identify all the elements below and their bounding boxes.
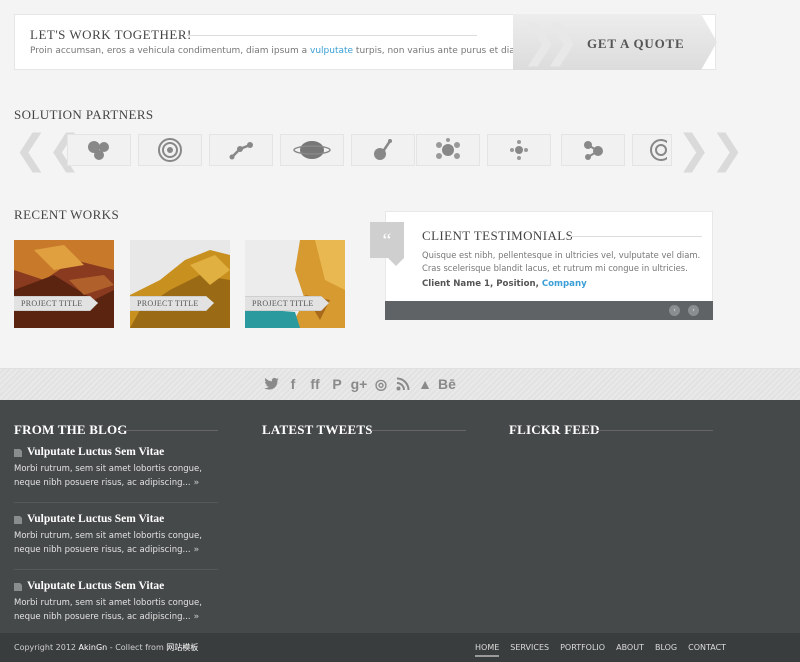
ring-logo-icon xyxy=(650,139,667,161)
nav-about[interactable]: ABOUT xyxy=(616,643,644,657)
company-link[interactable]: Company xyxy=(542,279,587,289)
divider xyxy=(14,502,218,503)
read-more-link[interactable]: » xyxy=(191,478,200,488)
divider xyxy=(14,569,218,570)
post-icon xyxy=(14,583,22,591)
blog-item-title[interactable]: Vulputate Luctus Sem Vitae xyxy=(27,580,164,592)
author-link[interactable]: AkinGn xyxy=(79,643,108,652)
post-icon xyxy=(14,516,22,524)
work-label: PROJECT TITLE xyxy=(14,296,98,311)
friendfeed-icon[interactable]: ff xyxy=(306,375,324,393)
get-quote-button[interactable]: ❯ ❯ GET A QUOTE xyxy=(513,14,717,70)
partner-logo[interactable] xyxy=(138,134,202,166)
divider xyxy=(371,430,466,431)
partner-logo[interactable] xyxy=(67,134,131,166)
flickr-title: FLICKR FEED xyxy=(509,422,600,437)
cliff-photo xyxy=(245,240,345,328)
partners-title: SOLUTION PARTNERS xyxy=(14,107,154,122)
divider xyxy=(118,430,218,431)
get-quote-label: GET A QUOTE xyxy=(587,36,685,51)
google-plus-icon[interactable]: g+ xyxy=(350,375,368,393)
molecule-logo-icon xyxy=(584,141,603,160)
chevron-right-icon: ❯ xyxy=(543,16,580,67)
partner-logo[interactable] xyxy=(209,134,273,166)
blog-item-text: Morbi rutrum, sem sit amet lobortis cong… xyxy=(14,464,202,488)
testimonial-nav-bar: ‹ › xyxy=(385,301,713,320)
dots-logo-icon xyxy=(510,140,528,160)
facebook-icon[interactable]: f xyxy=(284,375,302,393)
blog-item-text: Morbi rutrum, sem sit amet lobortis cong… xyxy=(14,531,202,555)
drop-logo-icon xyxy=(374,139,392,160)
partner-logo[interactable] xyxy=(416,134,480,166)
partner-logo[interactable] xyxy=(561,134,625,166)
post-icon xyxy=(14,449,22,457)
rss-icon[interactable] xyxy=(394,375,412,393)
read-more-link[interactable]: » xyxy=(191,545,200,555)
tweets-title: LATEST TWEETS xyxy=(262,422,373,437)
nodes-logo-icon xyxy=(229,142,253,160)
partner-logo[interactable] xyxy=(351,134,415,166)
nav-home[interactable]: HOME xyxy=(475,643,500,657)
pinterest-icon[interactable]: P xyxy=(328,375,346,393)
nav-blog[interactable]: BLOG xyxy=(655,643,677,657)
cta-title: LET'S WORK TOGETHER! xyxy=(30,27,192,42)
cta-text: Proin accumsan, eros a vehicula condimen… xyxy=(30,46,527,56)
read-more-link[interactable]: » xyxy=(191,612,200,622)
footer: FROM THE BLOG LATEST TWEETS FLICKR FEED … xyxy=(0,400,800,633)
work-label: PROJECT TITLE xyxy=(245,296,329,311)
behance-icon[interactable]: Bē xyxy=(438,375,456,393)
twitter-icon[interactable] xyxy=(262,375,280,393)
quote-icon: “ xyxy=(370,222,404,266)
work-item-3[interactable]: PROJECT TITLE xyxy=(245,240,345,328)
nav-contact[interactable]: CONTACT xyxy=(688,643,726,657)
work-item-2[interactable]: PROJECT TITLE xyxy=(130,240,230,328)
bottom-bar: Copyright 2012 AkinGn - Collect from 网站模… xyxy=(0,633,800,662)
cta-link[interactable]: vulputate xyxy=(310,46,353,56)
testimonial-text: Quisque est nibh, pellentesque in ultric… xyxy=(422,250,701,273)
testimonial-client: Client Name 1, Position, Company xyxy=(422,279,587,289)
social-bar: f ff P g+ ◎ ▲ Bē xyxy=(0,368,800,400)
next-testimonial-button[interactable]: › xyxy=(688,305,699,316)
copyright: Copyright 2012 AkinGn - Collect from 网站模… xyxy=(14,643,199,652)
partner-logo[interactable] xyxy=(487,134,551,166)
partner-logo[interactable] xyxy=(280,134,344,166)
testimonials-title: CLIENT TESTIMONIALS xyxy=(422,228,574,243)
testimonial-box: “ CLIENT TESTIMONIALS Quisque est nibh, … xyxy=(370,211,713,320)
cluster-logo-icon xyxy=(436,138,460,159)
rock-photo xyxy=(14,240,114,328)
prev-testimonial-button[interactable]: ‹ xyxy=(669,305,680,316)
forrst-icon[interactable]: ▲ xyxy=(416,375,434,393)
blog-item-title[interactable]: Vulputate Luctus Sem Vitae xyxy=(27,446,164,458)
divider xyxy=(187,35,477,36)
recent-works-title: RECENT WORKS xyxy=(14,207,120,222)
blog-item-title[interactable]: Vulputate Luctus Sem Vitae xyxy=(27,513,164,525)
work-item-1[interactable]: PROJECT TITLE xyxy=(14,240,114,328)
blog-title: FROM THE BLOG xyxy=(14,422,128,437)
rock-photo xyxy=(130,240,230,328)
divider xyxy=(568,236,702,237)
nav-portfolio[interactable]: PORTFOLIO xyxy=(560,643,605,657)
source-link[interactable]: 网站模板 xyxy=(166,643,198,652)
planet-logo-icon xyxy=(293,141,331,159)
work-label: PROJECT TITLE xyxy=(130,296,214,311)
spiral-logo-icon xyxy=(158,138,182,162)
partners-next-button[interactable]: ❯❯ xyxy=(677,130,744,170)
blog-item-text: Morbi rutrum, sem sit amet lobortis cong… xyxy=(14,598,202,622)
divider xyxy=(596,430,713,431)
footer-nav: HOME SERVICES PORTFOLIO ABOUT BLOG CONTA… xyxy=(475,643,726,657)
circles-logo-icon xyxy=(88,141,109,160)
partner-logo[interactable] xyxy=(632,134,672,166)
call-to-action: LET'S WORK TOGETHER! Proin accumsan, ero… xyxy=(14,14,717,70)
nav-services[interactable]: SERVICES xyxy=(510,643,549,657)
dribbble-icon[interactable]: ◎ xyxy=(372,375,390,393)
